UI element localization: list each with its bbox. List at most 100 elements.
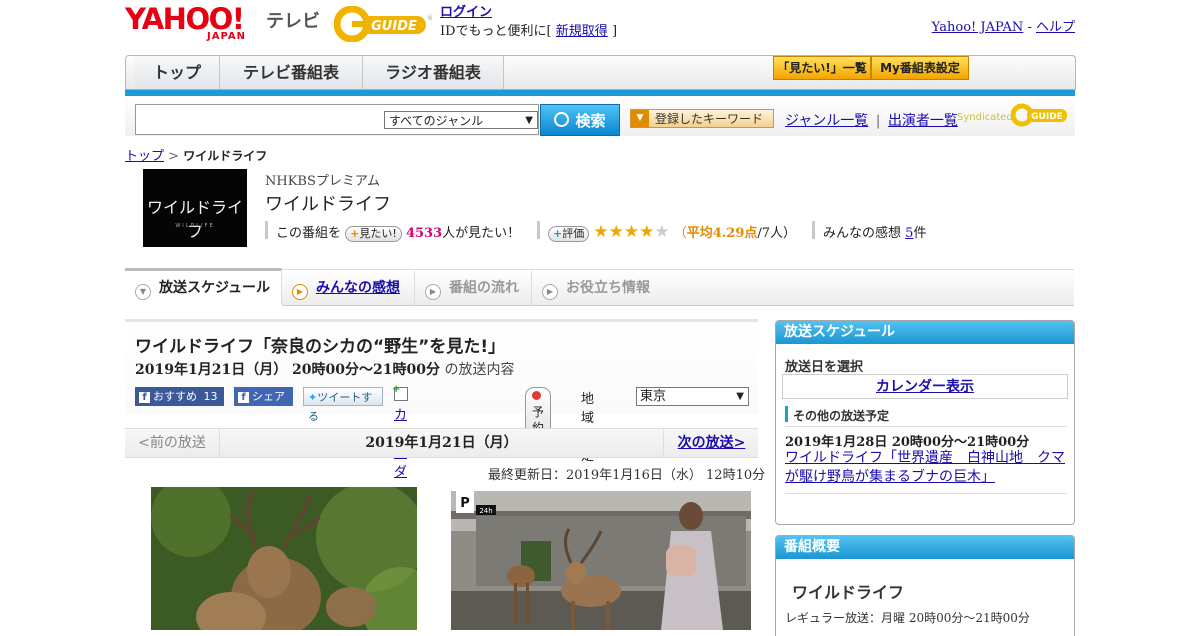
rating-stars: ★★★★	[593, 222, 655, 242]
broadcast-nav: <前の放送 2019年1月21日（月） 次の放送>	[125, 428, 758, 458]
login-sub-prefix: IDでもっと便利に[	[440, 24, 552, 39]
login-area: ログイン	[440, 5, 492, 20]
my-schedule-button[interactable]: My番組表設定	[871, 56, 969, 80]
svg-text:GUIDE: GUIDE	[1031, 112, 1063, 122]
mitai-stat: この番組を +見たい! 4533人が見たい！	[276, 222, 520, 242]
tab-broadcast-schedule[interactable]: ▼ 放送スケジュール	[125, 268, 282, 305]
divider	[785, 493, 1067, 494]
facebook-icon: f	[139, 392, 150, 403]
top-links: Yahoo! JAPAN - ヘルプ	[932, 16, 1075, 35]
prev-broadcast[interactable]: <前の放送	[125, 429, 220, 457]
rate-button[interactable]: +評価	[548, 226, 590, 242]
tab-label: みんなの感想	[316, 280, 400, 296]
tab-program-flow[interactable]: ▶ 番組の流れ	[415, 271, 532, 306]
recommend-label: おすすめ	[153, 390, 197, 403]
other-broadcast-item[interactable]: ワイルドライフ「世界遺産 白神山地 クマが駆け野鳥が集まるブナの巨木」	[785, 449, 1067, 487]
gguide-logo[interactable]: GUIDE ®	[333, 5, 434, 43]
yahoo-japan-logo[interactable]: YAHOO! JAPAN	[125, 4, 245, 42]
calendar-display[interactable]: カレンダー表示	[782, 374, 1068, 399]
chevron-down-icon: ▼	[135, 284, 151, 300]
tab-useful-info[interactable]: ▶ お役立ち情報	[532, 271, 1074, 306]
recommend-count: 13	[203, 390, 218, 403]
facebook-share-button[interactable]: f シェア	[234, 387, 293, 406]
search-links: ジャンル一覧 | 出演者一覧	[785, 110, 958, 130]
last-updated: 最終更新日：2019年1月16日（水） 12時10分	[488, 468, 766, 483]
plus-icon: +	[350, 227, 360, 240]
breadcrumb-home[interactable]: トップ	[125, 149, 164, 164]
chevron-right-icon: ▶	[542, 284, 558, 300]
tab-reviews[interactable]: ▶ みんなの感想	[282, 271, 415, 306]
rating-stat: +評価 ★★★★★ （平均4.29点/7人）	[548, 222, 796, 242]
twitter-icon: ✦	[308, 391, 318, 404]
thumbnail-title: ワイルドライフ	[146, 198, 243, 241]
syndicated-text: Syndicated	[957, 112, 1013, 123]
other-broadcasts-label: その他の放送予定	[793, 409, 890, 423]
keyword-button[interactable]: ▼ 登録したキーワード	[630, 109, 774, 128]
search-button[interactable]: 検索	[540, 104, 620, 136]
episode-date: 2019年1月21日（月） 20時00分～21時00分 の放送内容	[135, 359, 514, 379]
tab-label: 放送スケジュール	[159, 280, 271, 296]
tweet-button[interactable]: ✦ツイートする	[303, 387, 383, 423]
episode-photo-deer-forest	[151, 487, 417, 630]
plus-icon: +	[553, 227, 563, 240]
keyword-button-label: 登録したキーワード	[654, 112, 763, 126]
login-sub: IDでもっと便利に[ 新規取得 ]	[440, 20, 617, 39]
search-links-divider: |	[875, 113, 881, 129]
schedule-panel: 放送スケジュール 放送日を選択 カレンダー表示 その他の放送予定 2019年1月…	[775, 320, 1075, 525]
mitai-count: 4533	[405, 226, 443, 241]
help-link[interactable]: ヘルプ	[1036, 20, 1075, 35]
mitai-list-button[interactable]: 「見たい!」一覧	[773, 56, 871, 80]
mitai-button-label: 見たい!	[359, 227, 397, 240]
region-select[interactable]: 東京 ▼	[636, 387, 749, 406]
rating-count: /7人）	[757, 226, 797, 241]
episode-datetime: 2019年1月21日（月） 20時00分～21時00分	[135, 362, 440, 378]
nav-tab-top[interactable]: トップ	[135, 56, 220, 90]
syndicated-gguide-logo: Syndicated GUIDE	[957, 102, 1069, 130]
tv-label: テレビ	[266, 11, 320, 32]
stat-divider	[812, 221, 815, 239]
rating-average: 平均4.29点	[686, 226, 758, 241]
performer-list-link[interactable]: 出演者一覧	[888, 113, 958, 129]
chevron-right-icon: ▶	[292, 284, 308, 300]
breadcrumb-current: ワイルドライフ	[183, 149, 268, 163]
genre-list-link[interactable]: ジャンル一覧	[785, 113, 868, 129]
search-icon	[554, 112, 570, 127]
next-broadcast[interactable]: 次の放送>	[663, 429, 759, 457]
breadcrumb-sep: >	[168, 149, 180, 164]
yahoo-japan-link[interactable]: Yahoo! JAPAN	[932, 20, 1024, 35]
section-accent	[785, 406, 788, 422]
mitai-suffix: 人が見たい！	[442, 226, 521, 241]
parking-sign: P	[460, 496, 470, 511]
yahoo-japan-text: JAPAN	[207, 31, 246, 42]
reviews-suffix: 件	[913, 226, 927, 241]
stat-divider	[265, 221, 268, 239]
rating-star-empty: ★	[654, 222, 670, 242]
summary-panel: 番組概要 ワイルドライフ レギュラー放送：月曜 20時00分～21時00分	[775, 535, 1075, 636]
select-date-label: 放送日を選択	[785, 360, 864, 375]
program-title: ワイルドライフ	[265, 194, 391, 215]
record-icon	[532, 391, 541, 400]
calendar-display-link[interactable]: カレンダー表示	[876, 379, 974, 395]
mitai-button[interactable]: +見たい!	[345, 226, 402, 242]
genre-select[interactable]: すべてのジャンル ▼	[384, 111, 538, 129]
signup-link[interactable]: 新規取得	[556, 24, 608, 39]
calendar-icon: +	[392, 384, 408, 401]
triangle-down-icon: ▼	[631, 110, 649, 127]
share-label: シェア	[252, 390, 285, 403]
login-sub-suffix: ]	[611, 24, 618, 39]
rate-button-label: 評価	[562, 227, 585, 240]
current-broadcast-date: 2019年1月21日（月）	[365, 435, 518, 451]
tab-label: 番組の流れ	[449, 280, 519, 296]
svg-text:GUIDE: GUIDE	[371, 19, 417, 34]
other-broadcast-link[interactable]: ワイルドライフ「世界遺産 白神山地 クマが駆け野鳥が集まるブナの巨木」	[785, 450, 1065, 485]
episode-title: ワイルドライフ「奈良のシカの“野生”を見た!」	[135, 337, 506, 357]
region-value: 東京	[640, 389, 667, 404]
login-link[interactable]: ログイン	[440, 5, 492, 20]
nav-tab-radio-schedule[interactable]: ラジオ番組表	[363, 56, 504, 90]
thumbnail-subtitle: WILDLIFE	[175, 223, 215, 229]
mitai-prefix: この番組を	[276, 226, 342, 241]
nav-tab-tv-schedule[interactable]: テレビ番組表	[220, 56, 363, 90]
next-broadcast-link[interactable]: 次の放送>	[678, 435, 746, 451]
summary-panel-header: 番組概要	[776, 536, 1074, 559]
facebook-recommend-button[interactable]: f おすすめ 13	[135, 387, 224, 406]
